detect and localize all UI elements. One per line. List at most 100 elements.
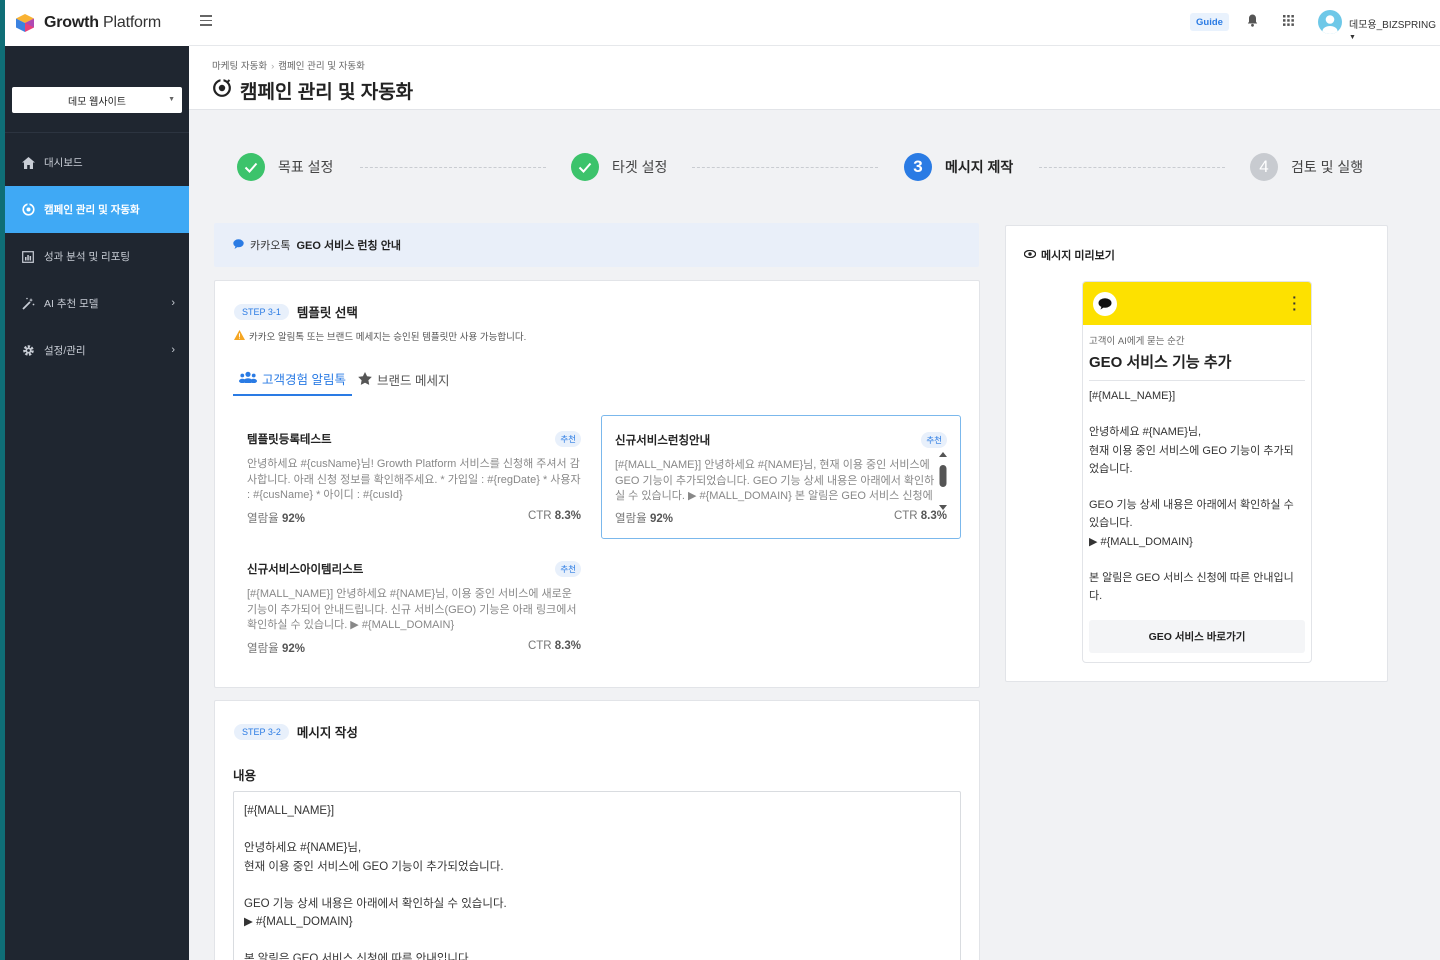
avatar[interactable]: [1318, 10, 1342, 34]
campaign-icon: [212, 77, 232, 104]
ctr-label: CTR: [527, 510, 552, 522]
hamburger-menu-icon[interactable]: [200, 15, 212, 27]
sidebar-divider: [5, 132, 189, 133]
ctr-label: CTR: [893, 510, 918, 522]
user-menu[interactable]: 데모용_BIZSPRING ▼: [1349, 16, 1440, 42]
template-item[interactable]: 템플릿등록테스트 추천 안녕하세요 #{cusName}님! Growth Pl…: [234, 415, 594, 539]
step-connector: [360, 167, 546, 168]
tab-label: 브랜드 메세지: [376, 374, 450, 388]
logo-text: Growth Platform: [44, 14, 162, 31]
template-stats: 열람율 92% CTR 8.3%: [247, 510, 581, 526]
kakao-header: · · ·: [1083, 282, 1311, 325]
template-select-card: STEP 3-1 템플릿 선택 카카오 알림톡 또는 브랜드 메세지는 승인된 …: [214, 280, 980, 688]
approval-warning: 카카오 알림톡 또는 브랜드 메세지는 승인된 템플릿만 사용 가능합니다.: [234, 329, 526, 343]
step-number: 3: [904, 153, 932, 181]
template-item-selected[interactable]: 신규서비스런칭안내 추천 [#{MALL_NAME}] 안녕하세요 #{NAME…: [601, 415, 961, 539]
sidebar-item-settings[interactable]: 설정/관리 ›: [5, 327, 189, 374]
template-item[interactable]: 신규서비스아이템리스트 추천 [#{MALL_NAME}] 안녕하세요 #{NA…: [234, 545, 594, 669]
phone-preview: · · · 고객이 AI에게 묻는 순간 GEO 서비스 기능 추가 [#{MALL…: [1082, 281, 1312, 663]
guide-button[interactable]: Guide: [1190, 13, 1229, 31]
preview-title: 메시지 미리보기: [1023, 247, 1115, 263]
preview-headline: GEO 서비스 기능 추가: [1089, 354, 1232, 371]
site-select[interactable]: 데모 웹사이트 ▼: [12, 87, 182, 113]
preview-divider: [1089, 380, 1305, 381]
sidebar-item-label: 성과 분석 및 리포팅: [44, 251, 131, 263]
caret-down-icon: ▼: [1349, 34, 1356, 41]
ctr-value: 8.3%: [920, 510, 947, 522]
tab-label: 고객경험 알림톡: [262, 373, 346, 387]
apps-grid-icon[interactable]: [1283, 15, 1294, 29]
tab-brand-message[interactable]: 브랜드 메세지: [352, 363, 455, 396]
template-stats: 열람율 92% CTR 8.3%: [247, 640, 581, 656]
site-select-value: 데모 웹사이트: [68, 96, 126, 108]
open-rate-value: 92%: [281, 513, 305, 525]
step-target[interactable]: 타겟 설정: [571, 153, 667, 181]
sidebar-item-campaign[interactable]: 캠페인 관리 및 자동화: [5, 186, 189, 233]
star-icon: [358, 371, 372, 388]
home-icon: [21, 156, 35, 170]
template-name: 신규서비스런칭안내: [615, 435, 711, 447]
sidebar-item-label: 캠페인 관리 및 자동화: [44, 204, 140, 216]
more-vertical-icon[interactable]: · · ·: [1292, 290, 1297, 316]
open-rate-label: 열람율: [247, 513, 279, 525]
step-connector: [692, 167, 878, 168]
message-content-text: [#{MALL_NAME}] 안녕하세요 #{NAME}님, 현재 이용 중인 …: [244, 805, 507, 960]
scrollbar[interactable]: [938, 452, 948, 510]
open-rate-value: 92%: [281, 643, 305, 655]
preview-subtitle: 고객이 AI에게 묻는 순간: [1089, 336, 1185, 347]
template-name: 템플릿등록테스트: [247, 434, 332, 446]
template-stats: 열람율 92% CTR 8.3%: [615, 510, 947, 526]
chevron-right-icon: ›: [171, 344, 175, 356]
stepper: 목표 설정 타겟 설정 3 메시지 제작 4 검토 및 실행: [189, 110, 1440, 220]
sidebar-item-label: 설정/관리: [44, 345, 86, 357]
campaign-banner: 카카오톡 GEO 서비스 런칭 안내: [214, 223, 979, 267]
page-header: 마케팅 자동화 › 캠페인 관리 및 자동화 캠페인 관리 및 자동화: [189, 46, 1440, 110]
sidebar-item-report[interactable]: 성과 분석 및 리포팅: [5, 233, 189, 280]
warning-text: 카카오 알림톡 또는 브랜드 메세지는 승인된 템플릿만 사용 가능합니다.: [249, 332, 527, 343]
kakao-talk-icon: [1093, 292, 1117, 316]
user-name: 데모용_BIZSPRING: [1349, 20, 1437, 31]
logo[interactable]: Growth Platform: [5, 0, 189, 46]
step-connector: [1039, 167, 1225, 168]
warning-icon: [234, 329, 245, 343]
sidebar-item-dashboard[interactable]: 대시보드: [5, 139, 189, 186]
page-title: 캠페인 관리 및 자동화: [212, 77, 413, 104]
step-number: 4: [1250, 153, 1278, 181]
breadcrumb-item[interactable]: 캠페인 관리 및 자동화: [278, 61, 365, 72]
message-content-textarea[interactable]: [#{MALL_NAME}] 안녕하세요 #{NAME}님, 현재 이용 중인 …: [233, 791, 961, 960]
ctr-value: 8.3%: [554, 640, 581, 652]
recommend-badge: 추천: [921, 432, 947, 448]
step-label: 타겟 설정: [612, 159, 668, 175]
eye-icon: [1023, 249, 1037, 261]
tab-customer-alimtalk[interactable]: 고객경험 알림톡: [233, 363, 352, 396]
open-rate-label: 열람율: [615, 513, 647, 525]
card-header: STEP 3-2 메시지 작성: [234, 722, 358, 741]
step-badge: STEP 3-2: [234, 723, 289, 740]
campaign-icon: [21, 203, 35, 217]
report-icon: [21, 250, 35, 264]
template-body: 안녕하세요 #{cusName}님! Growth Platform 서비스를 …: [247, 458, 581, 501]
page-title-text: 캠페인 관리 및 자동화: [240, 82, 414, 103]
recommend-badge: 추천: [555, 431, 581, 447]
step-message[interactable]: 3 메시지 제작: [904, 153, 1013, 181]
card-title: 템플릿 선택: [296, 306, 358, 320]
step-review[interactable]: 4 검토 및 실행: [1250, 153, 1363, 181]
template-name: 신규서비스아이템리스트: [247, 564, 364, 576]
topbar: Guide 데모용_BIZSPRING ▼: [189, 0, 1440, 46]
card-title: 메시지 작성: [296, 726, 358, 740]
breadcrumb-separator: ›: [271, 61, 275, 72]
logo-cube-icon: [15, 13, 35, 33]
ai-wand-icon: [21, 297, 35, 311]
sidebar: Growth Platform 데모 웹사이트 ▼ 대시보드 캠페인 관리 및 …: [0, 0, 189, 960]
bell-icon[interactable]: [1247, 14, 1258, 30]
breadcrumb-item[interactable]: 마케팅 자동화: [212, 61, 267, 72]
sidebar-item-ai-model[interactable]: AI 추천 모델 ›: [5, 280, 189, 327]
chevron-right-icon: ›: [171, 297, 175, 309]
preview-cta-button[interactable]: GEO 서비스 바로가기: [1089, 620, 1305, 653]
message-preview-card: 메시지 미리보기 · · · 고객이 AI에게 묻는 순간 GEO 서비스 기능 추…: [1005, 225, 1388, 682]
check-icon: [571, 153, 599, 181]
step-goal[interactable]: 목표 설정: [237, 153, 333, 181]
template-body: [#{MALL_NAME}] 안녕하세요 #{NAME}님, 현재 이용 중인 …: [615, 459, 935, 502]
preview-title-text: 메시지 미리보기: [1041, 250, 1115, 262]
sidebar-item-label: AI 추천 모델: [44, 298, 99, 310]
